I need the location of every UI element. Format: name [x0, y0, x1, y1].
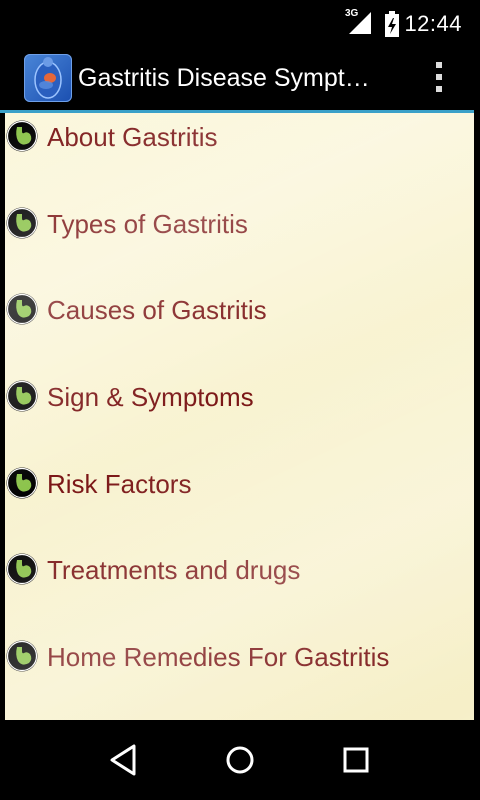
menu-item-label: Sign & Symptoms: [47, 382, 254, 412]
menu-item-label: About Gastritis: [47, 122, 218, 152]
menu-item-treatments-and-drugs[interactable]: Treatments and drugs: [5, 546, 474, 632]
battery-icon: [385, 11, 399, 37]
menu-list: About Gastritis Types of Gastritis Cause…: [5, 113, 474, 720]
menu-item-types-of-gastritis[interactable]: Types of Gastritis: [5, 200, 474, 286]
menu-item-risk-factors[interactable]: Risk Factors: [5, 460, 474, 546]
menu-item-causes-of-gastritis[interactable]: Causes of Gastritis: [5, 286, 474, 372]
navigation-bar: [0, 720, 480, 800]
menu-item-label: Treatments and drugs: [47, 555, 301, 585]
app-title: Gastritis Disease Sympt…: [78, 64, 370, 92]
menu-item-home-remedies[interactable]: Home Remedies For Gastritis: [5, 633, 474, 719]
overflow-menu-icon[interactable]: [434, 62, 444, 96]
clock: 12:44: [404, 11, 462, 36]
status-bar: 3G 12:44: [0, 0, 480, 48]
stomach-bullet-icon: [6, 467, 38, 498]
action-bar: Gastritis Disease Sympt…: [0, 48, 480, 110]
stomach-bullet-icon: [6, 120, 38, 152]
app-icon[interactable]: [24, 54, 72, 102]
home-icon[interactable]: [220, 740, 260, 780]
stomach-bullet-icon: [6, 293, 38, 325]
recents-icon[interactable]: [336, 740, 376, 780]
menu-item-label: Types of Gastritis: [47, 208, 248, 239]
menu-item-about-gastritis[interactable]: About Gastritis: [5, 113, 474, 199]
stomach-bullet-icon: [6, 553, 38, 585]
menu-item-label: Home Remedies For Gastritis: [47, 642, 390, 672]
back-icon[interactable]: [104, 740, 144, 780]
menu-item-label: Causes of Gastritis: [47, 295, 267, 325]
menu-item-sign-symptoms[interactable]: Sign & Symptoms: [5, 373, 474, 459]
signal-icon: [349, 12, 371, 34]
stomach-bullet-icon: [6, 207, 38, 238]
body-icon: [34, 57, 62, 99]
menu-item-label: Risk Factors: [47, 468, 192, 499]
stomach-bullet-icon: [6, 380, 38, 412]
stomach-bullet-icon: [6, 640, 38, 672]
